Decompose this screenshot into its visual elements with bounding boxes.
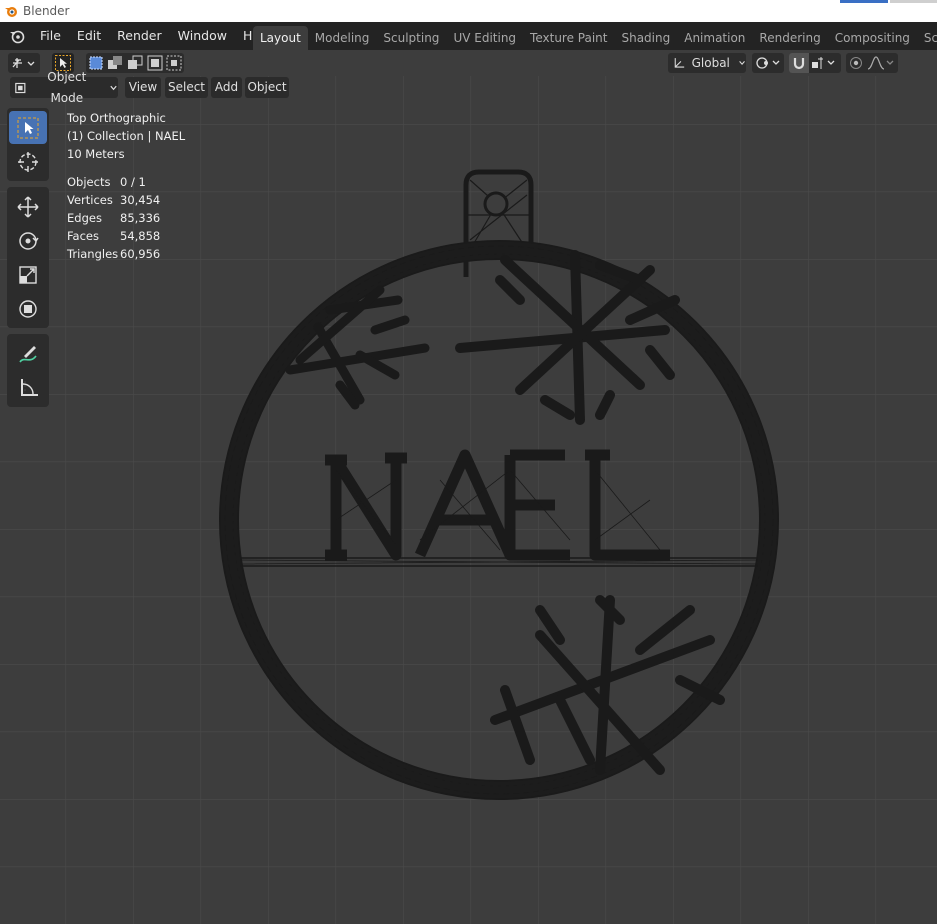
- scale-icon: [19, 265, 37, 284]
- stat-value: 30,454: [120, 193, 161, 207]
- select-intersect-icon[interactable]: [166, 55, 182, 71]
- window-title: Blender: [23, 4, 70, 18]
- pivot-icon: [756, 57, 780, 69]
- tab-texture-paint[interactable]: Texture Paint: [523, 26, 614, 50]
- select-menu[interactable]: Select: [165, 77, 208, 98]
- stat-row: Objects 0 / 1: [67, 173, 160, 191]
- rotate-icon: [19, 231, 39, 250]
- stat-value: 54,858: [120, 229, 161, 243]
- transform-icon: [19, 299, 37, 318]
- select-box-tool[interactable]: [9, 111, 47, 144]
- tool-group-select: [7, 108, 49, 181]
- transform-orientation-dropdown[interactable]: Global: [668, 53, 746, 73]
- object-menu[interactable]: Object: [245, 77, 289, 98]
- snap-toggle[interactable]: [789, 53, 809, 73]
- menu-render[interactable]: Render: [109, 22, 170, 50]
- tab-sculpting[interactable]: Sculpting: [376, 26, 446, 50]
- viewport-header: Object Mode View Select Add Object: [0, 70, 937, 105]
- chevron-down-icon: [739, 61, 745, 66]
- orientation-axes-icon: [674, 58, 685, 68]
- scale-tool[interactable]: [9, 258, 47, 291]
- tab-modeling[interactable]: Modeling: [308, 26, 377, 50]
- proportional-icon: [850, 57, 862, 69]
- stat-value: 0 / 1: [120, 175, 146, 189]
- tool-shelf: [7, 108, 49, 413]
- top-bar: File Edit Render Window Help Layout Mode…: [0, 22, 937, 50]
- measure-tool[interactable]: [9, 371, 47, 404]
- proportional-edit-group: [846, 53, 898, 73]
- menu-edit[interactable]: Edit: [69, 22, 109, 50]
- workspace-tabs: Layout Modeling Sculpting UV Editing Tex…: [253, 26, 937, 50]
- tool-header: Global: [0, 50, 937, 76]
- tab-layout[interactable]: Layout: [253, 26, 308, 50]
- move-tool[interactable]: [9, 190, 47, 223]
- stat-row: Vertices 30,454: [67, 191, 160, 209]
- menu-file[interactable]: File: [32, 22, 69, 50]
- viewport-info-overlay: Top Orthographic (1) Collection | NAEL 1…: [67, 109, 185, 163]
- tab-uv-editing[interactable]: UV Editing: [446, 26, 523, 50]
- stat-label: Objects: [67, 175, 111, 189]
- proportional-edit-toggle[interactable]: [846, 53, 866, 73]
- select-invert-icon[interactable]: [147, 55, 163, 71]
- rotate-tool[interactable]: [9, 224, 47, 257]
- object-mode-dropdown[interactable]: Object Mode: [10, 70, 118, 105]
- falloff-curve-icon[interactable]: [866, 55, 896, 71]
- stat-row: Edges 85,336: [67, 209, 160, 227]
- stat-label: Vertices: [67, 193, 113, 207]
- tab-compositing[interactable]: Compositing: [828, 26, 917, 50]
- stat-label: Triangles: [67, 247, 119, 261]
- snap-group: [789, 53, 841, 73]
- tab-animation[interactable]: Animation: [677, 26, 752, 50]
- blender-menu-icon[interactable]: [6, 25, 28, 47]
- scene-statistics: Objects 0 / 1 Vertices 30,454 Edges 85,336 …: [67, 173, 160, 263]
- snap-target-icon[interactable]: [809, 55, 839, 71]
- menu-window[interactable]: Window: [170, 22, 235, 50]
- annotate-tool[interactable]: [9, 337, 47, 370]
- object-mode-icon: [15, 82, 26, 93]
- measure-ruler-icon: [21, 378, 38, 396]
- select-box-icon: [17, 117, 39, 138]
- select-extend-icon[interactable]: [107, 55, 123, 71]
- window-titlebar: Blender: [0, 0, 937, 22]
- chevron-down-icon: [110, 85, 117, 90]
- add-menu[interactable]: Add: [211, 77, 242, 98]
- annotate-pencil-icon: [19, 345, 37, 363]
- maximize-button[interactable]: [890, 0, 937, 3]
- stat-value: 60,956: [120, 247, 161, 261]
- move-icon: [17, 195, 39, 218]
- object-mode-label: Object Mode: [47, 69, 87, 105]
- stat-row: Faces 54,858: [67, 227, 160, 245]
- transform-tool[interactable]: [9, 292, 47, 325]
- tab-shading[interactable]: Shading: [614, 26, 677, 50]
- view-menu[interactable]: View: [125, 77, 161, 98]
- tab-rendering[interactable]: Rendering: [752, 26, 827, 50]
- stat-value: 85,336: [120, 211, 161, 225]
- magnet-icon: [793, 58, 805, 70]
- main-menu: File Edit Render Window Help: [0, 22, 279, 50]
- select-subtract-icon[interactable]: [127, 55, 143, 71]
- transform-orientation-label: Global: [691, 56, 730, 70]
- view-name: Top Orthographic: [67, 111, 166, 125]
- grid-scale: 10 Meters: [67, 147, 125, 161]
- stat-row: Triangles 60,956: [67, 245, 160, 263]
- tab-scripting[interactable]: Scripting: [917, 26, 937, 50]
- tool-group-transform: [7, 187, 49, 328]
- cursor-tool[interactable]: [9, 145, 47, 178]
- blender-logo-icon: [5, 7, 17, 17]
- 3d-cursor-icon: [18, 151, 38, 172]
- collection-name: (1) Collection | NAEL: [67, 129, 186, 143]
- minimize-button[interactable]: [840, 0, 888, 3]
- tool-group-annotate: [7, 334, 49, 407]
- pivot-point-dropdown[interactable]: [752, 53, 784, 73]
- stat-label: Faces: [67, 229, 99, 243]
- stat-label: Edges: [67, 211, 102, 225]
